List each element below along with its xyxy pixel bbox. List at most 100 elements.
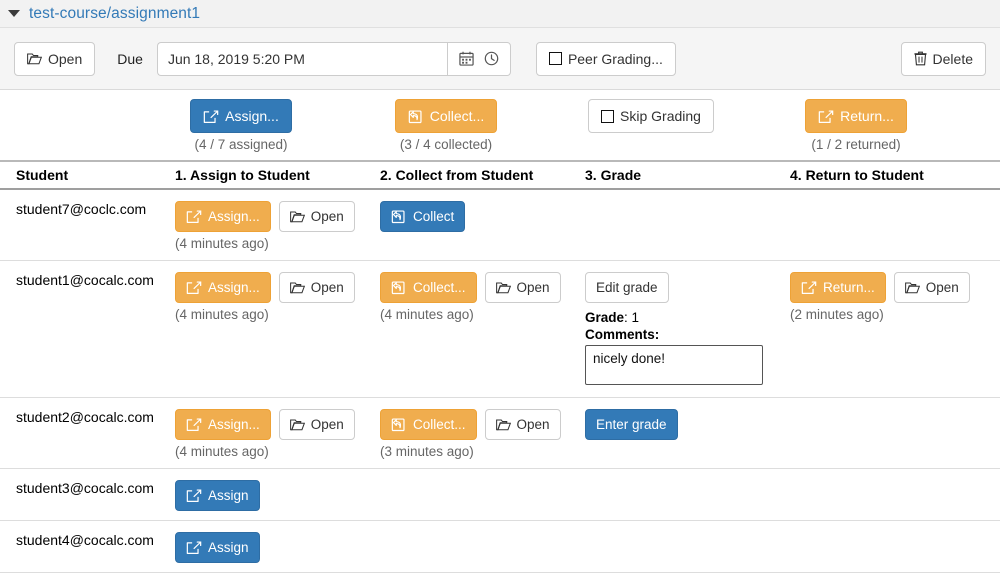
open-assignment-button[interactable]: Open	[14, 42, 95, 76]
clock-icon[interactable]	[484, 51, 499, 66]
grade-button[interactable]: Enter grade	[585, 409, 678, 440]
peer-grading-button[interactable]: Peer Grading...	[536, 42, 676, 76]
assign-status: (4 minutes ago)	[175, 307, 380, 322]
bulk-assign-button[interactable]: Assign...	[190, 99, 292, 133]
assign-button[interactable]: Assign...	[175, 409, 271, 440]
collect-status: (3 minutes ago)	[380, 444, 585, 459]
share-square-icon	[203, 109, 219, 124]
assign-status: (4 minutes ago)	[175, 236, 380, 251]
assign-open-button[interactable]: Open	[279, 272, 355, 303]
grade-button-label: Edit grade	[596, 281, 658, 295]
bulk-collect-label: Collect...	[430, 109, 484, 123]
collect-button[interactable]: Collect...	[380, 272, 477, 303]
cell-return: Return... Open (2 minutes ago)	[790, 272, 1000, 322]
assign-button[interactable]: Assign	[175, 532, 260, 563]
collect-open-button[interactable]: Open	[485, 409, 561, 440]
column-header-grade: 3. Grade	[585, 167, 790, 183]
bulk-return-label: Return...	[840, 109, 894, 123]
cell-assign: Assign... Open (4 minutes ago)	[175, 201, 380, 251]
delete-assignment-label: Delete	[933, 52, 973, 66]
share-square-icon	[186, 209, 202, 224]
table-row: student3@cocalc.com Assign	[0, 469, 1000, 521]
reply-square-icon	[391, 209, 407, 224]
assign-open-label: Open	[311, 281, 344, 295]
folder-open-icon	[290, 210, 305, 223]
table-row: student4@cocalc.comAssign	[0, 521, 1000, 573]
trash-icon	[914, 51, 927, 66]
folder-open-icon	[905, 281, 920, 294]
collect-open-button[interactable]: Open	[485, 272, 561, 303]
collect-open-label: Open	[517, 418, 550, 432]
cell-collect: Collect... Open (3 minutes ago)	[380, 409, 585, 459]
due-date-input[interactable]	[157, 42, 447, 76]
student-email: student7@coclc.com	[0, 201, 175, 217]
return-button[interactable]: Return...	[790, 272, 886, 303]
student-email: student2@cocalc.com	[0, 409, 175, 425]
skip-grading-button[interactable]: Skip Grading	[588, 99, 714, 133]
assign-open-label: Open	[311, 210, 344, 224]
share-square-icon	[801, 280, 817, 295]
open-assignment-label: Open	[48, 52, 82, 66]
skip-grading-checkbox-icon[interactable]	[601, 110, 614, 123]
table-row: student7@coclc.com Assign... Open (4 minute…	[0, 190, 1000, 261]
return-label: Return...	[823, 281, 875, 295]
folder-open-icon	[27, 52, 42, 65]
bulk-assign-label: Assign...	[225, 109, 279, 123]
cell-collect: Collect...Open(4 minutes ago)	[380, 272, 585, 322]
student-email: student1@cocalc.com	[0, 272, 175, 288]
bulk-assign-cell: Assign... (4 / 7 assigned)	[175, 99, 380, 152]
collect-label: Collect...	[413, 281, 466, 295]
calendar-icon[interactable]	[459, 51, 474, 66]
assign-button[interactable]: Assign...	[175, 201, 271, 232]
reply-square-icon	[391, 280, 407, 295]
delete-assignment-button[interactable]: Delete	[901, 42, 986, 76]
bulk-collect-status: (3 / 4 collected)	[400, 137, 492, 152]
grade-value: Grade: 1	[585, 310, 790, 325]
folder-open-icon	[496, 281, 511, 294]
folder-open-icon	[496, 418, 511, 431]
folder-open-icon	[290, 281, 305, 294]
collect-button[interactable]: Collect	[380, 201, 465, 232]
share-square-icon	[186, 540, 202, 555]
assign-button[interactable]: Assign	[175, 480, 260, 511]
student-email: student4@cocalc.com	[0, 532, 175, 548]
assign-label: Assign...	[208, 418, 260, 432]
return-open-button[interactable]: Open	[894, 272, 970, 303]
collect-label: Collect...	[413, 418, 466, 432]
assign-open-button[interactable]: Open	[279, 201, 355, 232]
return-open-label: Open	[926, 281, 959, 295]
table-row: student5@cocalc.comAssign...Open(4 minut…	[0, 573, 1000, 580]
student-email: student3@cocalc.com	[0, 480, 175, 496]
column-header-student: Student	[0, 167, 175, 183]
assign-open-button[interactable]: Open	[279, 409, 355, 440]
cell-grade: Enter grade	[585, 409, 790, 440]
bulk-assign-status: (4 / 7 assigned)	[194, 137, 287, 152]
folder-open-icon	[290, 418, 305, 431]
assign-button[interactable]: Assign...	[175, 272, 271, 303]
comments-input[interactable]: nicely done!	[585, 345, 763, 385]
bulk-return-button[interactable]: Return...	[805, 99, 907, 133]
bulk-collect-button[interactable]: Collect...	[395, 99, 497, 133]
caret-down-icon[interactable]	[8, 10, 20, 17]
collect-button[interactable]: Collect...	[380, 409, 477, 440]
due-date-addon	[447, 42, 511, 76]
assign-status: (4 minutes ago)	[175, 444, 380, 459]
cell-assign: Assign... Open (4 minutes ago)	[175, 272, 380, 322]
cell-collect: Collect	[380, 201, 585, 232]
due-date-input-group	[157, 42, 511, 76]
return-status: (2 minutes ago)	[790, 307, 1000, 322]
cell-assign: Assign	[175, 480, 380, 511]
grade-button[interactable]: Edit grade	[585, 272, 669, 303]
comments-label: Comments:	[585, 327, 790, 342]
skip-grading-label: Skip Grading	[620, 109, 701, 123]
assign-label: Assign...	[208, 210, 260, 224]
student-rows: student7@coclc.com Assign... Open (4 minute…	[0, 190, 1000, 580]
assignment-title-link[interactable]: test-course/assignment1	[29, 5, 200, 23]
peer-grading-checkbox-icon[interactable]	[549, 52, 562, 65]
cell-assign: Assign	[175, 532, 380, 563]
bulk-action-row: Assign... (4 / 7 assigned) Collect... (3…	[0, 90, 1000, 162]
assignment-toolbar: Open Due Peer Grading... Delete	[0, 28, 1000, 90]
table-row: student1@cocalc.comAssign... Open (4 minut…	[0, 261, 1000, 398]
assign-label: Assign	[208, 489, 249, 503]
bulk-return-cell: Return... (1 / 2 returned)	[790, 99, 1000, 152]
